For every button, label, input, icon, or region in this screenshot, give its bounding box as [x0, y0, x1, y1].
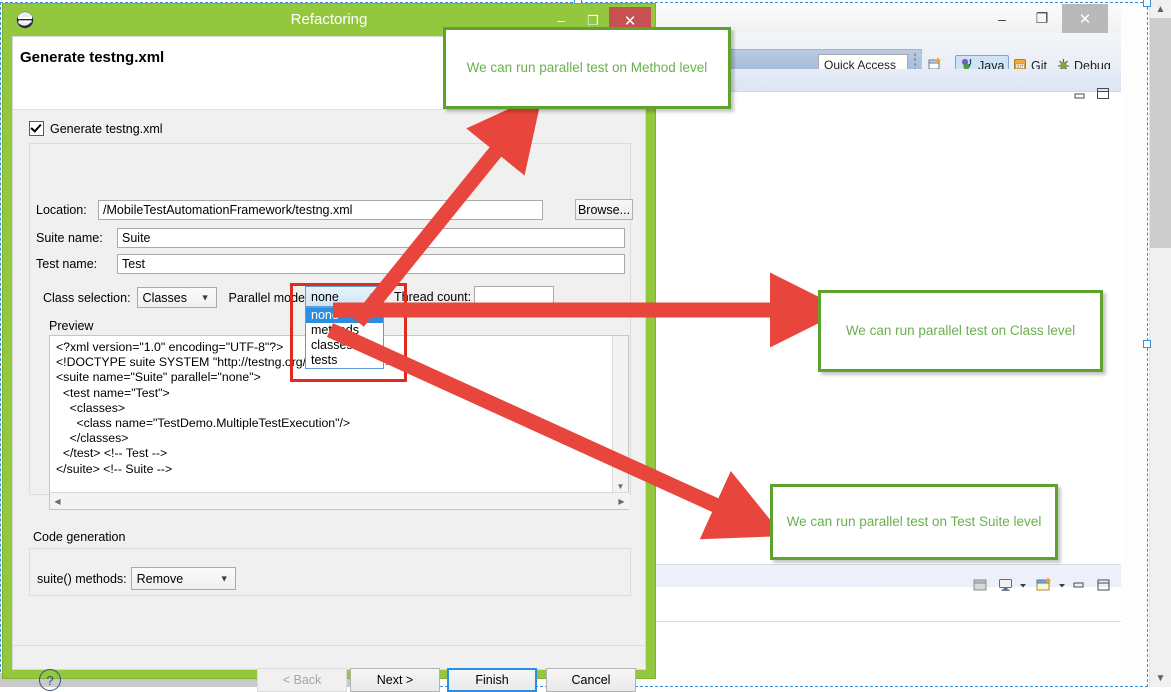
class-selection-value: Classes	[142, 290, 188, 305]
class-selection-select[interactable]: Classes ▼	[136, 287, 217, 308]
thread-count-label: Thread count:	[394, 290, 472, 304]
parallel-mode-value: none	[311, 289, 339, 304]
thread-count-input[interactable]	[474, 286, 554, 306]
preview-horizontal-scrollbar[interactable]: ◀ ▶	[50, 492, 629, 509]
eclipse-minimize-button[interactable]: –	[982, 4, 1022, 33]
preview-label: Preview	[49, 319, 94, 333]
help-button[interactable]: ?	[39, 669, 61, 691]
scroll-up-arrow[interactable]: ▲	[1150, 0, 1171, 18]
suite-name-label: Suite name:	[36, 231, 103, 245]
suite-methods-label: suite() methods:	[37, 571, 127, 586]
generate-testngxml-checkbox-label: Generate testng.xml	[50, 121, 163, 136]
suite-methods-value: Remove	[136, 571, 184, 586]
location-input[interactable]: /MobileTestAutomationFramework/testng.xm…	[98, 200, 543, 220]
page-title: Generate testng.xml	[20, 49, 165, 66]
options-row: Class selection: Classes ▼ Parallel mode…	[43, 287, 314, 308]
finish-button[interactable]: Finish	[447, 668, 537, 692]
preview-scroll-left-arrow[interactable]: ◀	[50, 493, 65, 509]
editor-maximize-button[interactable]	[1095, 86, 1111, 102]
console-open-icon[interactable]	[973, 577, 989, 598]
console-maximize-icon[interactable]	[1096, 577, 1111, 598]
suite-name-row: Suite name: Suite	[36, 228, 625, 248]
console-minimize-icon[interactable]	[1072, 577, 1086, 598]
console-dropdown-icon[interactable]	[1018, 577, 1028, 598]
scroll-down-arrow[interactable]: ▼	[1150, 669, 1171, 687]
parallel-option-none[interactable]: none	[306, 308, 383, 323]
parallel-mode-dropdown-list[interactable]: none methods classes tests	[305, 307, 384, 369]
suite-methods-row: suite() methods: Remove ▼	[37, 567, 236, 590]
test-name-row: Test name: Test	[36, 254, 625, 274]
parallel-option-methods[interactable]: methods	[306, 323, 383, 338]
display-selected-console-icon[interactable]	[998, 577, 1014, 598]
chevron-down-icon: ▼	[219, 573, 229, 583]
preview-scroll-right-arrow[interactable]: ▶	[614, 493, 629, 509]
eclipse-console-body	[655, 587, 1121, 687]
browse-button[interactable]: Browse...	[575, 199, 633, 220]
generate-testngxml-checkbox-row[interactable]: Generate testng.xml	[29, 121, 163, 136]
test-name-input[interactable]: Test	[117, 254, 625, 274]
generate-testngxml-checkbox[interactable]	[29, 121, 44, 136]
parallel-option-classes[interactable]: classes	[306, 338, 383, 353]
new-console-icon[interactable]	[1036, 577, 1053, 598]
parallel-mode-label: Parallel mode:	[228, 290, 309, 305]
new-console-dropdown-icon[interactable]	[1057, 577, 1067, 598]
location-row: Location: /MobileTestAutomationFramework…	[36, 200, 543, 220]
chevron-down-icon: ▼	[200, 292, 210, 302]
suite-methods-select[interactable]: Remove ▼	[130, 567, 236, 590]
callout-test-suite-level: We can run parallel test on Test Suite l…	[770, 484, 1058, 560]
next-button[interactable]: Next >	[350, 668, 440, 692]
test-name-label: Test name:	[36, 257, 98, 271]
dialog-body: Generate testng.xml Generate testng.xml …	[12, 36, 646, 692]
parallel-mode-select[interactable]: none ▼	[305, 286, 384, 307]
editor-minimize-button[interactable]	[1071, 87, 1087, 103]
code-generation-label: Code generation	[33, 530, 126, 544]
callout-method-level: We can run parallel test on Method level	[443, 27, 731, 109]
eclipse-maximize-button[interactable]: ❐	[1022, 4, 1062, 33]
eclipse-close-button[interactable]: ✕	[1062, 4, 1108, 33]
back-button[interactable]: < Back	[257, 668, 347, 692]
button-bar-divider	[13, 645, 645, 646]
cancel-button[interactable]: Cancel	[546, 668, 636, 692]
callout-class-level: We can run parallel test on Class level	[818, 290, 1103, 372]
suite-name-input[interactable]: Suite	[117, 228, 625, 248]
chevron-down-icon: ▼	[368, 291, 377, 301]
preview-vertical-scrollbar[interactable]: ▼	[612, 336, 628, 494]
parallel-option-tests[interactable]: tests	[306, 353, 383, 368]
class-selection-label: Class selection:	[43, 290, 131, 305]
console-divider	[655, 621, 1121, 622]
scrollbar-thumb[interactable]	[1150, 18, 1171, 248]
location-label: Location:	[36, 203, 87, 217]
window-vertical-scrollbar[interactable]: ▲ ▼	[1149, 0, 1171, 687]
